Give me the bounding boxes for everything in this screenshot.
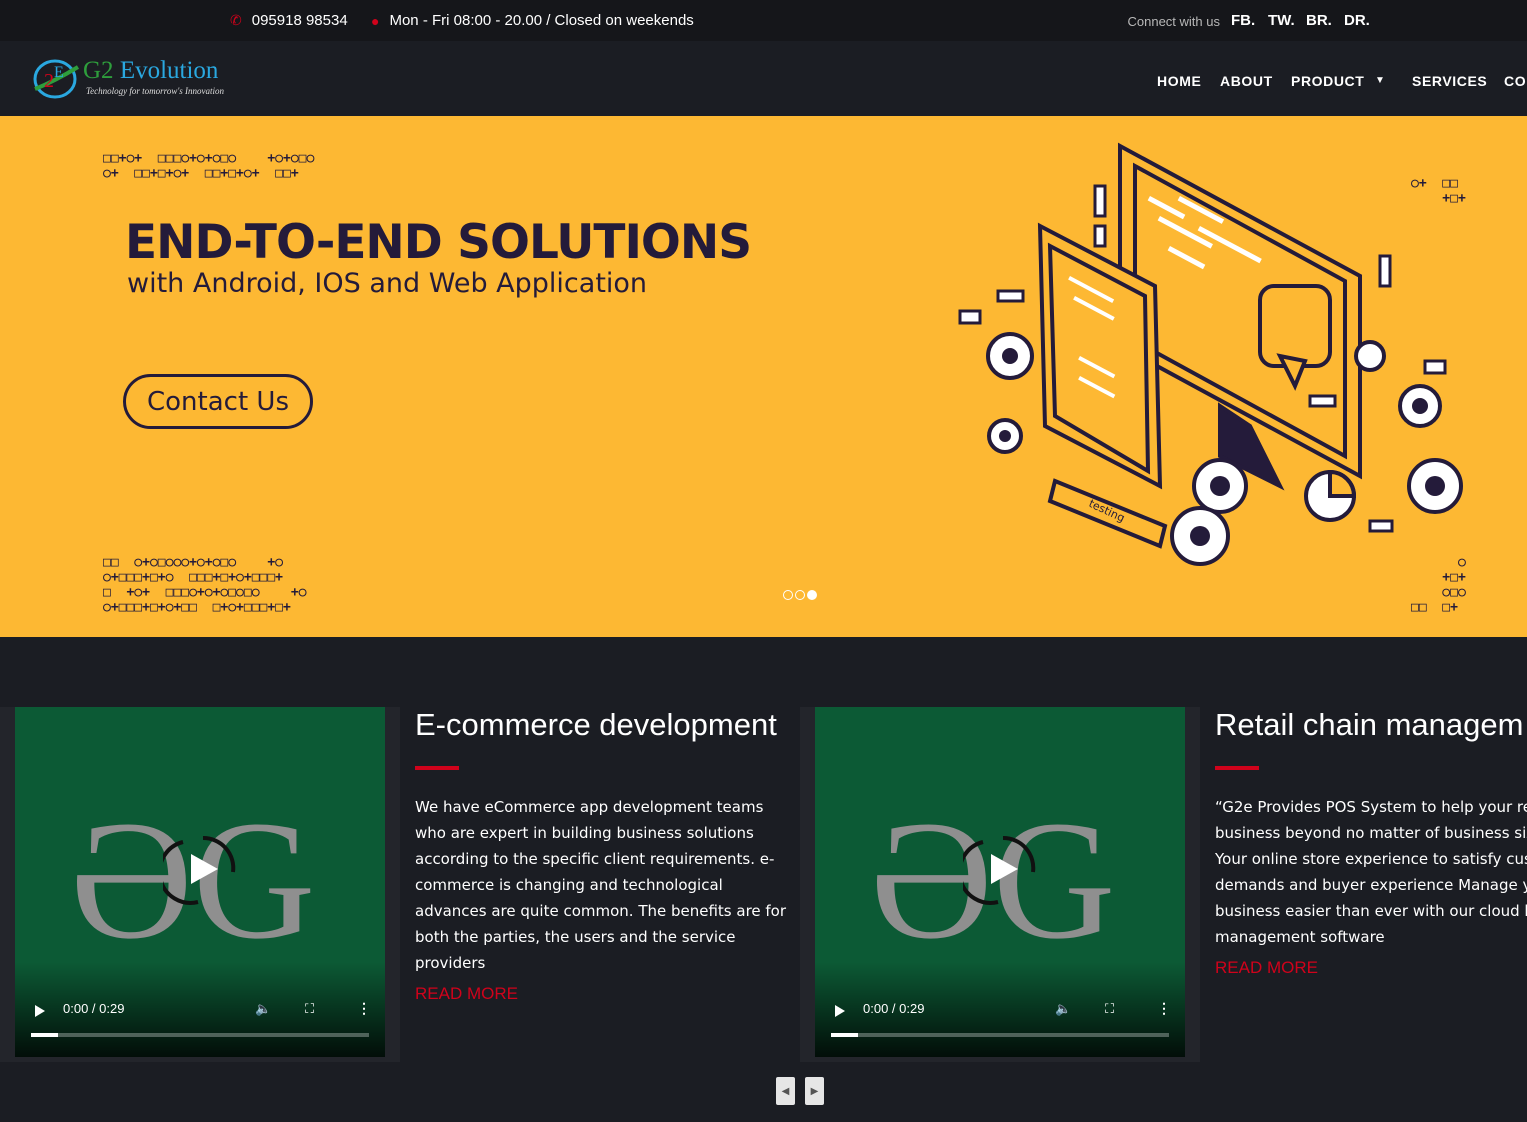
decor-pattern-bottom: □□ ○+○□○○○+○+○□○ +○ ○+□□□+□+○ □□□+□+○+□□… xyxy=(103,555,307,615)
hours-info: ● Mon - Fri 08:00 - 20.00 / Closed on we… xyxy=(371,12,694,29)
decor-pattern-top: □□+○+ □□□○+○+○□○ +○+○□○ ○+ □□+□+○+ □□+□+… xyxy=(103,151,315,181)
slider-dot-1[interactable] xyxy=(783,590,793,600)
social-link-dribbble[interactable]: DR. xyxy=(1344,12,1370,29)
title-underline xyxy=(415,766,459,770)
play-overlay-icon[interactable] xyxy=(963,832,1038,907)
more-options-icon[interactable]: ⋮ xyxy=(357,1000,371,1017)
brand-tagline: Technology for tomorrow's Innovation xyxy=(86,86,225,96)
social-link-behance[interactable]: BR. xyxy=(1306,12,1332,29)
slider-dots xyxy=(783,590,817,600)
services-section: ƏG 0:00 / 0:29 🔈 ⛶ ⋮ E-commerce developm… xyxy=(0,637,1527,1122)
prev-arrow-icon[interactable]: ◀ xyxy=(776,1077,795,1105)
nav-item-about[interactable]: ABOUT xyxy=(1220,73,1273,89)
service-card-video: ƏG 0:00 / 0:29 🔈 ⛶ ⋮ xyxy=(0,707,400,1062)
top-bar: ✆ 095918 98534 ● Mon - Fri 08:00 - 20.00… xyxy=(0,0,1527,41)
slider-dot-3[interactable] xyxy=(807,590,817,600)
hero-slider: □□+○+ □□□○+○+○□○ +○+○□○ ○+ □□+□+○+ □□+□+… xyxy=(0,116,1527,637)
more-options-icon[interactable]: ⋮ xyxy=(1157,1000,1171,1017)
nav-item-contact[interactable]: CO xyxy=(1504,73,1526,89)
video-time: 0:00 / 0:29 xyxy=(63,1001,125,1016)
video-player[interactable]: ƏG 0:00 / 0:29 🔈 ⛶ ⋮ xyxy=(815,707,1185,1057)
logo-mark-icon: 2 E xyxy=(33,59,80,99)
nav-item-product[interactable]: PRODUCT xyxy=(1291,73,1364,89)
brand-name: G2 Evolution xyxy=(83,57,219,84)
slider-dot-2[interactable] xyxy=(795,590,805,600)
hero-subtitle: with Android, IOS and Web Application xyxy=(127,268,648,299)
read-more-link[interactable]: READ MORE xyxy=(1215,958,1527,978)
service-description: “G2e Provides POS System to help your re… xyxy=(1215,798,1527,946)
chevron-down-icon[interactable]: ▼ xyxy=(1375,75,1386,86)
social-link-facebook[interactable]: FB. xyxy=(1231,12,1255,29)
svg-text:E: E xyxy=(54,64,64,81)
title-underline xyxy=(1215,766,1259,770)
play-overlay-icon[interactable] xyxy=(163,832,238,907)
play-icon[interactable] xyxy=(835,1005,845,1017)
phone-icon: ✆ xyxy=(230,12,242,28)
opening-hours: Mon - Fri 08:00 - 20.00 / Closed on week… xyxy=(389,12,694,29)
read-more-link[interactable]: READ MORE xyxy=(415,984,790,1004)
main-nav: 2 E G2 Evolution Technology for tomorrow… xyxy=(0,41,1527,116)
service-card-video: ƏG 0:00 / 0:29 🔈 ⛶ ⋮ xyxy=(800,707,1200,1062)
volume-icon[interactable]: 🔈 xyxy=(1055,1001,1071,1017)
phone-info[interactable]: ✆ 095918 98534 xyxy=(230,12,348,29)
service-description: We have eCommerce app development teams … xyxy=(415,798,787,972)
hero-title: END-TO-END SOLUTIONS xyxy=(125,215,752,270)
carousel-arrows: ◀ ▶ xyxy=(776,1077,824,1105)
video-player[interactable]: ƏG 0:00 / 0:29 🔈 ⛶ ⋮ xyxy=(15,707,385,1057)
next-arrow-icon[interactable]: ▶ xyxy=(805,1077,824,1105)
video-time: 0:00 / 0:29 xyxy=(863,1001,925,1016)
video-progress-fill xyxy=(831,1033,859,1037)
service-title: Retail chain managem xyxy=(1215,707,1524,742)
contact-us-button[interactable]: Contact Us xyxy=(123,374,313,429)
logo[interactable]: 2 E G2 Evolution Technology for tomorrow… xyxy=(30,53,240,105)
fullscreen-icon[interactable]: ⛶ xyxy=(305,1001,314,1017)
service-text-2: Retail chain managem “G2e Provides POS S… xyxy=(1215,707,1527,978)
video-progress-fill xyxy=(31,1033,59,1037)
play-icon[interactable] xyxy=(35,1005,45,1017)
social-link-twitter[interactable]: TW. xyxy=(1268,12,1295,29)
volume-icon[interactable]: 🔈 xyxy=(255,1001,271,1017)
clock-icon: ● xyxy=(371,12,380,29)
phone-number: 095918 98534 xyxy=(251,12,348,29)
fullscreen-icon[interactable]: ⛶ xyxy=(1105,1001,1114,1017)
service-title: E-commerce development xyxy=(415,707,777,742)
connect-label: Connect with us xyxy=(1127,14,1221,29)
video-progress[interactable] xyxy=(831,1033,1169,1037)
nav-item-home[interactable]: HOME xyxy=(1157,73,1201,89)
service-text-1: E-commerce development We have eCommerce… xyxy=(415,707,790,1004)
video-progress[interactable] xyxy=(31,1033,369,1037)
svg-text:2: 2 xyxy=(44,70,54,92)
devices-illustration: testing xyxy=(958,142,1463,566)
nav-item-services[interactable]: SERVICES xyxy=(1412,73,1487,89)
